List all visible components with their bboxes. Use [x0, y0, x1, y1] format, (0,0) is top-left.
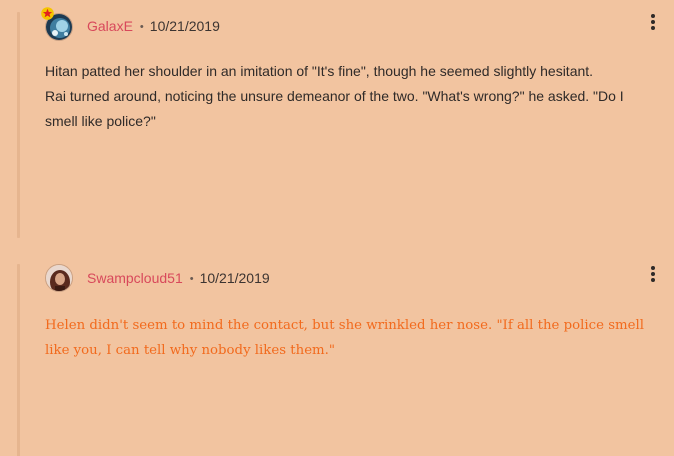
user-avatar[interactable] [45, 264, 73, 292]
comment: Swampcloud51 • 10/21/2019 Helen didn't see… [0, 245, 674, 456]
comment-body: Helen didn't seem to mind the contact, b… [45, 313, 660, 363]
comment: GalaxE • 10/21/2019 Hitan patted her shoul… [0, 0, 674, 245]
author-name[interactable]: GalaxE [87, 18, 133, 34]
thread-line[interactable] [17, 264, 20, 456]
comment-line: Hitan patted her shoulder in an imitatio… [45, 63, 594, 79]
comment-line: Rai turned around, noticing the unsure d… [45, 88, 624, 129]
meta-separator: • [189, 273, 194, 285]
comment-meta: GalaxE • 10/21/2019 [87, 17, 220, 37]
comment-body: Hitan patted her shoulder in an imitatio… [45, 59, 660, 134]
comment-date: 10/21/2019 [149, 18, 220, 34]
comment-date: 10/21/2019 [199, 270, 270, 286]
more-options-icon[interactable] [643, 263, 663, 285]
thread-line[interactable] [17, 12, 20, 238]
author-name[interactable]: Swampcloud51 [87, 270, 183, 286]
comment-meta: Swampcloud51 • 10/21/2019 [87, 269, 270, 289]
star-badge-icon [41, 7, 54, 20]
comment-line: Helen didn't seem to mind the contact, b… [45, 318, 644, 358]
meta-separator: • [139, 21, 144, 33]
more-options-icon[interactable] [643, 11, 663, 33]
